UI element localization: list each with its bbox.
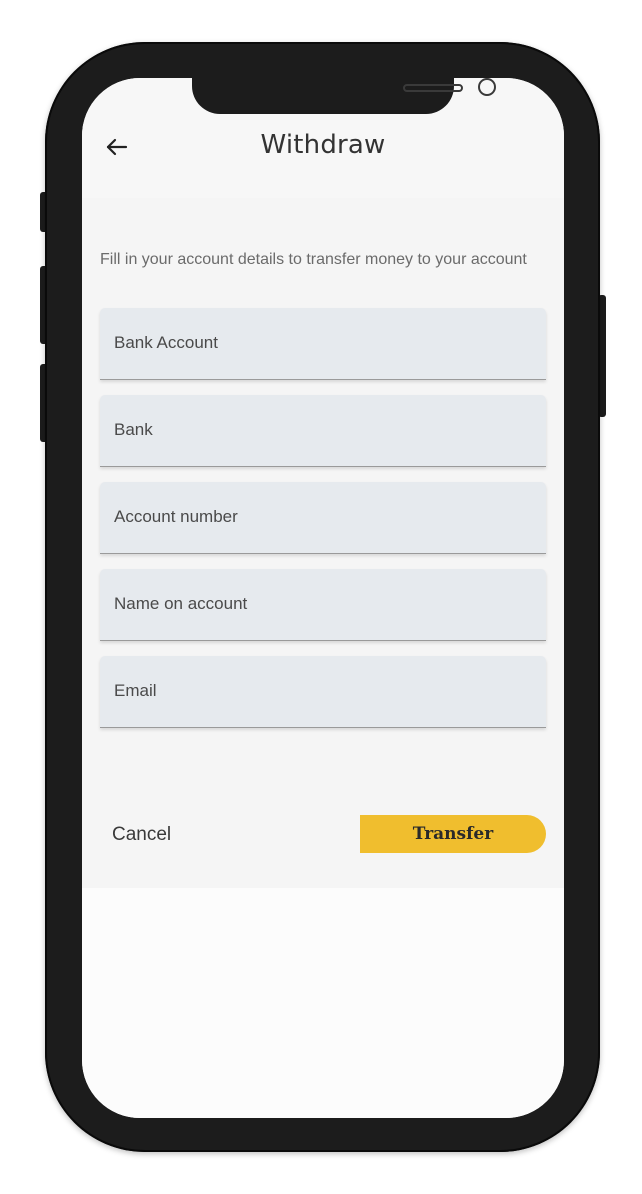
- front-camera: [478, 78, 496, 96]
- withdraw-form: Fill in your account details to transfer…: [82, 198, 564, 888]
- email-input[interactable]: [114, 656, 530, 726]
- empty-area: [82, 888, 564, 1118]
- phone-screen: Withdraw Fill in your account details to…: [82, 78, 564, 1118]
- cancel-button[interactable]: Cancel: [112, 824, 171, 846]
- account-number-input[interactable]: [114, 482, 530, 552]
- bank-account-field[interactable]: [100, 308, 546, 380]
- speaker-grille: [403, 84, 463, 92]
- transfer-button[interactable]: Transfer: [360, 815, 546, 853]
- account-number-field[interactable]: [100, 482, 546, 554]
- page-title: Withdraw: [260, 130, 386, 160]
- name-on-account-field[interactable]: [100, 569, 546, 641]
- form-instructions: Fill in your account details to transfer…: [100, 251, 527, 268]
- email-field[interactable]: [100, 656, 546, 728]
- bank-field[interactable]: [100, 395, 546, 467]
- phone-notch: [192, 78, 496, 114]
- name-on-account-input[interactable]: [114, 569, 530, 639]
- bank-account-input[interactable]: [114, 308, 530, 378]
- bank-input[interactable]: [114, 395, 530, 465]
